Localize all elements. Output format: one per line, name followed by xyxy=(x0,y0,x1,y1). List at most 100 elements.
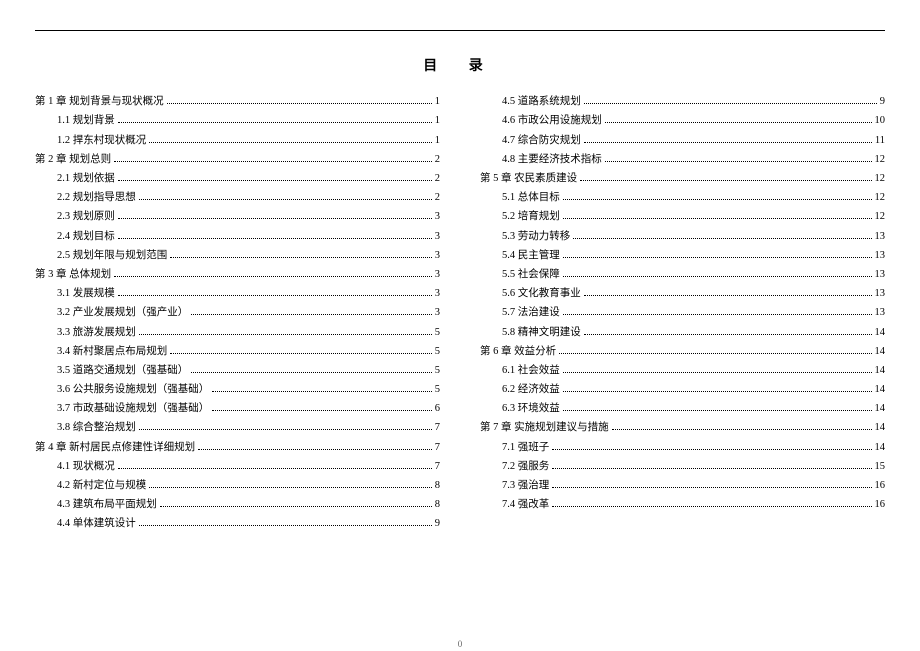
toc-entry-label: 7.3 强治理 xyxy=(502,480,549,493)
toc-entry-page: 16 xyxy=(875,480,886,493)
toc-dot-leader xyxy=(118,122,432,123)
toc-dot-leader xyxy=(118,218,432,219)
toc-entry: 第 4 章 新村居民点修建性详细规划7 xyxy=(35,442,440,455)
toc-dot-leader xyxy=(563,199,872,200)
toc-dot-leader xyxy=(605,122,872,123)
toc-entry: 7.4 强改革16 xyxy=(480,499,885,512)
toc-dot-leader xyxy=(580,180,871,181)
toc-dot-leader xyxy=(573,238,871,239)
toc-entry-label: 4.3 建筑布局平面规划 xyxy=(57,499,157,512)
toc-entry: 2.1 规划依据2 xyxy=(35,173,440,186)
toc-entry: 2.5 规划年限与规划范围3 xyxy=(35,250,440,263)
toc-dot-leader xyxy=(139,429,432,430)
toc-dot-leader xyxy=(552,506,871,507)
toc-dot-leader xyxy=(563,410,872,411)
toc-entry-label: 3.3 旅游发展规划 xyxy=(57,327,136,340)
toc-entry-label: 6.1 社会效益 xyxy=(502,365,560,378)
toc-entry-page: 2 xyxy=(435,154,440,167)
toc-entry-page: 5 xyxy=(435,327,440,340)
toc-entry-label: 1.2 捍东村现状概况 xyxy=(57,135,146,148)
toc-column-right: 4.5 道路系统规划94.6 市政公用设施规划104.7 综合防灾规划114.8… xyxy=(480,93,885,534)
toc-entry-page: 13 xyxy=(875,307,886,320)
toc-entry-label: 2.4 规划目标 xyxy=(57,231,115,244)
toc-dot-leader xyxy=(552,487,871,488)
toc-entry-page: 13 xyxy=(875,250,886,263)
toc-entry-page: 1 xyxy=(435,115,440,128)
toc-entry-label: 5.7 法治建设 xyxy=(502,307,560,320)
toc-entry-page: 13 xyxy=(875,269,886,282)
toc-entry-label: 2.1 规划依据 xyxy=(57,173,115,186)
toc-dot-leader xyxy=(114,161,432,162)
toc-entry: 6.1 社会效益 14 xyxy=(480,365,885,378)
toc-entry: 4.3 建筑布局平面规划8 xyxy=(35,499,440,512)
toc-entry-label: 4.1 现状概况 xyxy=(57,461,115,474)
toc-entry-page: 14 xyxy=(875,327,886,340)
toc-entry: 5.3 劳动力转移 13 xyxy=(480,231,885,244)
toc-entry: 4.8 主要经济技术指标12 xyxy=(480,154,885,167)
toc-dot-leader xyxy=(605,161,872,162)
toc-dot-leader xyxy=(584,295,872,296)
toc-entry: 第 2 章 规划总则2 xyxy=(35,154,440,167)
toc-entry-label: 第 3 章 总体规划 xyxy=(35,269,111,282)
toc-entry-label: 第 7 章 实施规划建议与措施 xyxy=(480,422,609,435)
toc-entry-page: 3 xyxy=(435,211,440,224)
toc-entry-page: 12 xyxy=(875,211,886,224)
toc-dot-leader xyxy=(160,506,432,507)
toc-entry-label: 5.5 社会保障 xyxy=(502,269,560,282)
toc-entry: 5.6 文化教育事业13 xyxy=(480,288,885,301)
toc-entry-page: 8 xyxy=(435,480,440,493)
toc-entry: 4.1 现状概况7 xyxy=(35,461,440,474)
toc-dot-leader xyxy=(114,276,432,277)
toc-dot-leader xyxy=(212,410,432,411)
toc-entry: 4.4 单体建筑设计9 xyxy=(35,518,440,531)
toc-entry: 第 1 章 规划背景与现状概况1 xyxy=(35,96,440,109)
toc-dot-leader xyxy=(118,468,432,469)
toc-entry: 4.5 道路系统规划9 xyxy=(480,96,885,109)
toc-dot-leader xyxy=(139,334,432,335)
toc-dot-leader xyxy=(118,295,432,296)
toc-entry-page: 14 xyxy=(875,403,886,416)
toc-entry-label: 2.2 规划指导思想 xyxy=(57,192,136,205)
toc-entry-label: 3.7 市政基础设施规划（强基础） xyxy=(57,403,209,416)
toc-entry-page: 3 xyxy=(435,269,440,282)
toc-dot-leader xyxy=(584,334,872,335)
toc-entry-page: 5 xyxy=(435,384,440,397)
toc-entry: 4.2 新村定位与规模 8 xyxy=(35,480,440,493)
toc-entry: 7.3 强治理 16 xyxy=(480,480,885,493)
toc-dot-leader xyxy=(563,314,872,315)
toc-entry: 第 7 章 实施规划建议与措施14 xyxy=(480,422,885,435)
toc-title: 目 录 xyxy=(35,55,885,75)
toc-entry: 第 3 章 总体规划 3 xyxy=(35,269,440,282)
toc-entry-page: 6 xyxy=(435,403,440,416)
toc-entry: 5.7 法治建设 13 xyxy=(480,307,885,320)
toc-entry-label: 5.8 精神文明建设 xyxy=(502,327,581,340)
toc-entry-label: 6.3 环境效益 xyxy=(502,403,560,416)
toc-dot-leader xyxy=(167,103,432,104)
toc-dot-leader xyxy=(552,468,871,469)
toc-entry-page: 3 xyxy=(435,250,440,263)
toc-entry-page: 14 xyxy=(875,442,886,455)
toc-entry-page: 16 xyxy=(875,499,886,512)
toc-entry-page: 14 xyxy=(875,365,886,378)
toc-dot-leader xyxy=(191,372,432,373)
toc-entry-label: 1.1 规划背景 xyxy=(57,115,115,128)
toc-entry: 5.8 精神文明建设 14 xyxy=(480,327,885,340)
toc-entry: 3.3 旅游发展规划 5 xyxy=(35,327,440,340)
toc-entry: 2.2 规划指导思想2 xyxy=(35,192,440,205)
toc-entry-label: 5.1 总体目标 xyxy=(502,192,560,205)
toc-columns: 第 1 章 规划背景与现状概况11.1 规划背景11.2 捍东村现状概况1第 2… xyxy=(35,93,885,534)
toc-entry: 4.6 市政公用设施规划10 xyxy=(480,115,885,128)
toc-entry-label: 4.2 新村定位与规模 xyxy=(57,480,146,493)
toc-dot-leader xyxy=(118,180,432,181)
toc-entry: 7.1 强班子14 xyxy=(480,442,885,455)
toc-entry-page: 13 xyxy=(875,231,886,244)
toc-entry-page: 12 xyxy=(875,192,886,205)
toc-entry-label: 5.3 劳动力转移 xyxy=(502,231,570,244)
toc-entry-label: 5.6 文化教育事业 xyxy=(502,288,581,301)
toc-entry: 第 6 章 效益分析14 xyxy=(480,346,885,359)
toc-entry-page: 7 xyxy=(435,442,440,455)
toc-column-left: 第 1 章 规划背景与现状概况11.1 规划背景11.2 捍东村现状概况1第 2… xyxy=(35,93,440,534)
toc-entry: 3.2 产业发展规划（强产业）3 xyxy=(35,307,440,320)
toc-entry: 5.1 总体目标 12 xyxy=(480,192,885,205)
toc-entry: 5.5 社会保障 13 xyxy=(480,269,885,282)
